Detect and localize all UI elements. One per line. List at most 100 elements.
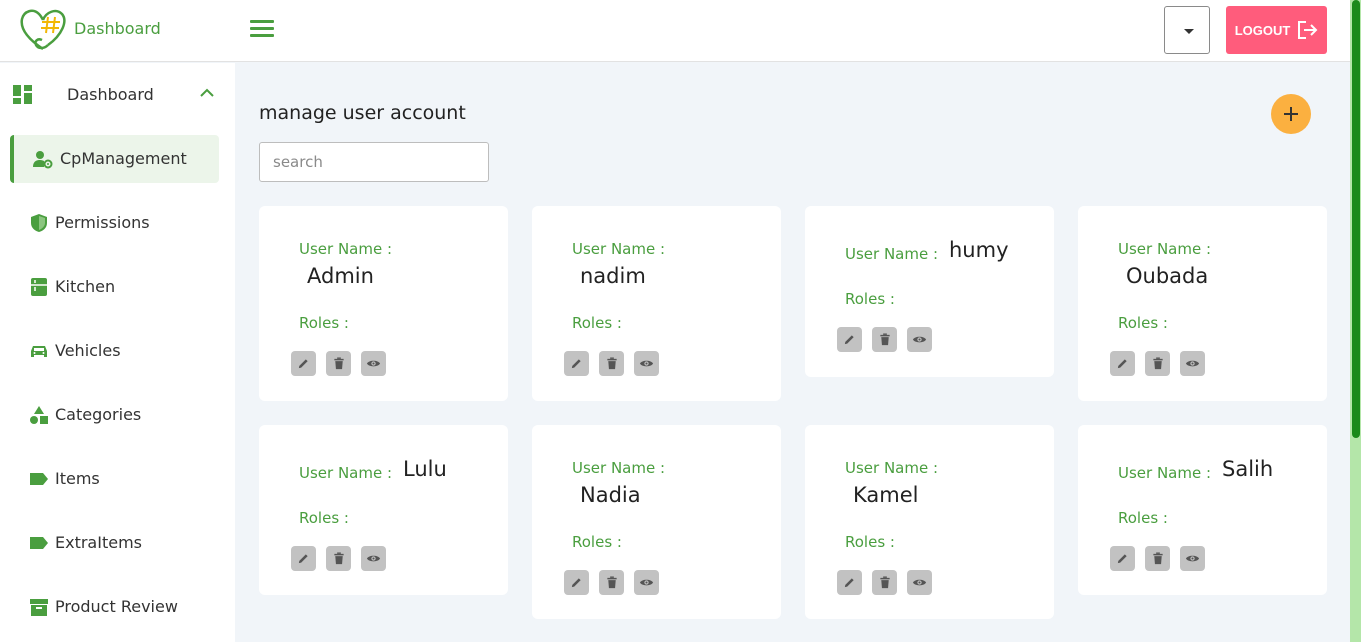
card-actions (1110, 546, 1205, 571)
edit-button[interactable] (837, 570, 862, 595)
roles-label: Roles : (572, 533, 622, 551)
delete-button[interactable] (326, 546, 351, 571)
delete-button[interactable] (599, 351, 624, 376)
edit-button[interactable] (291, 351, 316, 376)
edit-icon (297, 357, 310, 370)
sidebar-item-dashboard[interactable]: Dashboard (12, 84, 222, 106)
sidebar-item-cpmanagement[interactable]: CpManagement (10, 135, 219, 183)
logout-button[interactable]: LOGOUT (1226, 6, 1327, 54)
user-name-label: User Name : (1118, 464, 1212, 482)
logout-icon (1298, 21, 1318, 39)
edit-button[interactable] (1110, 351, 1135, 376)
sidebar-item-label: CpManagement (60, 149, 187, 168)
user-card: User Name : Lulu Roles : (259, 425, 508, 595)
eye-icon (366, 553, 381, 564)
label-icon (30, 473, 48, 485)
user-name-value: Salih (1222, 457, 1274, 481)
user-name-label: User Name : (1118, 240, 1212, 258)
sidebar-item-label: Vehicles (55, 341, 121, 360)
add-user-button[interactable] (1271, 94, 1311, 134)
language-dropdown[interactable] (1164, 6, 1210, 54)
sidebar-item-label: Items (55, 469, 100, 488)
edit-icon (843, 333, 856, 346)
trash-icon (606, 576, 618, 589)
sidebar-item-product-review[interactable]: Product Review (10, 583, 219, 631)
trash-icon (1152, 357, 1164, 370)
sidebar-item-extraitems[interactable]: ExtraItems (10, 519, 219, 567)
edit-button[interactable] (1110, 546, 1135, 571)
caret-down-icon (1184, 29, 1194, 34)
card-actions (1110, 351, 1205, 376)
roles-label: Roles : (299, 509, 349, 527)
user-name-label: User Name : (845, 459, 939, 477)
trash-icon (1152, 552, 1164, 565)
roles-label: Roles : (572, 314, 622, 332)
car-icon (31, 346, 47, 357)
user-gear-icon (33, 151, 53, 169)
edit-button[interactable] (837, 327, 862, 352)
sidebar-item-label: Categories (55, 405, 142, 424)
edit-button[interactable] (564, 570, 589, 595)
user-name-value: humy (949, 238, 1009, 262)
sidebar-item-label: Kitchen (55, 277, 116, 296)
edit-icon (1116, 552, 1129, 565)
user-card: User Name : Salih Roles : (1078, 425, 1327, 595)
edit-icon (1116, 357, 1129, 370)
sidebar-item-categories[interactable]: Categories (10, 391, 219, 439)
view-button[interactable] (361, 546, 386, 571)
sidebar-item-items[interactable]: Items (10, 455, 219, 503)
view-button[interactable] (634, 570, 659, 595)
eye-icon (366, 358, 381, 369)
user-name-label: User Name : (572, 240, 666, 258)
user-card: User Name : humy Roles : (805, 206, 1054, 377)
user-name-value: Admin (307, 264, 374, 288)
kitchen-icon (31, 278, 47, 296)
sidebar-item-label: Dashboard (67, 85, 154, 104)
user-name-label: User Name : (845, 245, 939, 263)
edit-icon (843, 576, 856, 589)
view-button[interactable] (634, 351, 659, 376)
chevron-up-icon[interactable] (200, 88, 214, 98)
view-button[interactable] (361, 351, 386, 376)
edit-button[interactable] (291, 546, 316, 571)
search-input[interactable] (259, 142, 489, 182)
roles-label: Roles : (1118, 509, 1168, 527)
sidebar-item-label: Product Review (55, 597, 178, 616)
roles-label: Roles : (845, 290, 895, 308)
eye-icon (912, 334, 927, 345)
dashboard-icon (13, 85, 32, 104)
logout-label: LOGOUT (1234, 22, 1291, 38)
roles-label: Roles : (299, 314, 349, 332)
card-actions (291, 546, 386, 571)
menu-toggle-icon[interactable] (250, 20, 274, 38)
delete-button[interactable] (1145, 546, 1170, 571)
delete-button[interactable] (872, 327, 897, 352)
scrollbar-thumb[interactable] (1352, 0, 1360, 438)
delete-button[interactable] (599, 570, 624, 595)
sidebar-item-kitchen[interactable]: Kitchen (10, 263, 219, 311)
view-button[interactable] (907, 570, 932, 595)
edit-icon (570, 357, 583, 370)
edit-button[interactable] (564, 351, 589, 376)
delete-button[interactable] (1145, 351, 1170, 376)
user-name-value: nadim (580, 264, 646, 288)
view-button[interactable] (907, 327, 932, 352)
trash-icon (606, 357, 618, 370)
card-actions (837, 327, 932, 352)
view-button[interactable] (1180, 351, 1205, 376)
user-card: User Name : Kamel Roles : (805, 425, 1054, 619)
card-actions (291, 351, 386, 376)
edit-icon (570, 576, 583, 589)
roles-label: Roles : (1118, 314, 1168, 332)
trash-icon (333, 552, 345, 565)
sidebar-item-permissions[interactable]: Permissions (10, 199, 219, 247)
shield-icon (31, 214, 47, 232)
roles-label: Roles : (845, 533, 895, 551)
delete-button[interactable] (326, 351, 351, 376)
user-card: User Name : Oubada Roles : (1078, 206, 1327, 401)
sidebar-item-vehicles[interactable]: Vehicles (10, 327, 219, 375)
sidebar-item-label: ExtraItems (55, 533, 142, 552)
eye-icon (912, 577, 927, 588)
delete-button[interactable] (872, 570, 897, 595)
view-button[interactable] (1180, 546, 1205, 571)
